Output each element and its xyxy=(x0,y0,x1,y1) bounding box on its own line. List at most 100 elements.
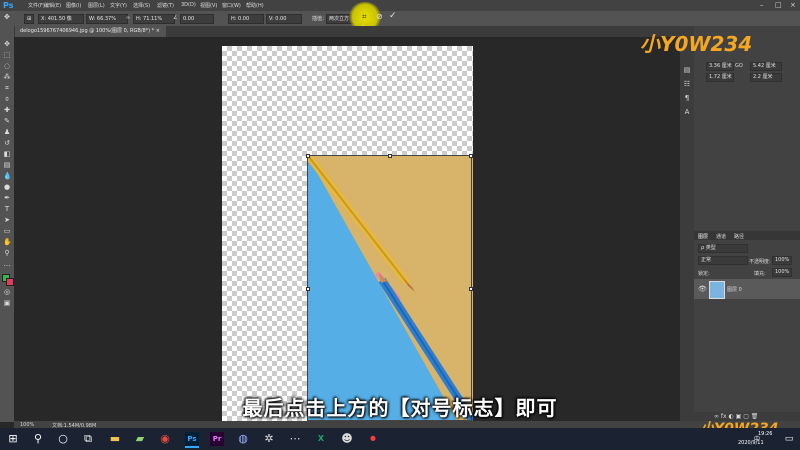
clock-time[interactable]: 19:26 xyxy=(758,431,772,437)
close-icon[interactable]: × xyxy=(790,1,796,9)
transform-handle-right[interactable] xyxy=(469,287,473,291)
dodge-tool-icon[interactable]: ● xyxy=(3,183,11,191)
blur-tool-icon[interactable]: 💧 xyxy=(3,172,12,180)
opacity-field[interactable]: 100% xyxy=(772,256,792,265)
options-bar: ✥ ⊞ X: 401.50 像 W: 66.37% ∞ H: 71.11% ∠ … xyxy=(0,11,800,27)
move-tool-icon[interactable]: ✥ xyxy=(4,13,10,21)
app-icon-dots[interactable]: ⋯ xyxy=(288,432,302,446)
move-tool-icon[interactable]: ✥ xyxy=(3,40,11,48)
type-tool-icon[interactable]: T xyxy=(3,205,11,213)
healing-brush-tool-icon[interactable]: ✚ xyxy=(3,106,11,114)
app-icon-circle[interactable]: ◍ xyxy=(236,432,250,446)
task-view-icon[interactable]: ⧉ xyxy=(81,432,95,446)
history-panel-icon[interactable]: ▤ xyxy=(683,66,691,74)
cortana-icon[interactable]: ○ xyxy=(56,432,70,446)
eraser-tool-icon[interactable]: ◧ xyxy=(3,150,11,158)
link-icon[interactable]: GO xyxy=(735,63,743,69)
premiere-taskbar-icon[interactable]: Pr xyxy=(210,432,224,446)
prop-height-field[interactable]: 5.42 厘米 xyxy=(750,62,782,71)
search-icon[interactable]: ⚲ xyxy=(31,432,45,446)
history-brush-tool-icon[interactable]: ↺ xyxy=(3,139,11,147)
quick-mask-icon[interactable]: ◎ xyxy=(3,288,11,296)
screen-mode-icon[interactable]: ▣ xyxy=(3,299,11,307)
transform-handle-tl[interactable] xyxy=(306,154,310,158)
brush-tool-icon[interactable]: ✎ xyxy=(3,117,11,125)
eyedropper-tool-icon[interactable]: ⌽ xyxy=(3,95,11,103)
photoshop-taskbar-icon[interactable]: Ps xyxy=(185,432,199,448)
app-icon-face[interactable]: ☻ xyxy=(340,432,354,446)
reference-point-icon[interactable]: ⊞ xyxy=(24,14,35,24)
menu-view[interactable]: 视图(V) xyxy=(200,2,217,9)
layer-name[interactable]: 图层 0 xyxy=(727,286,742,293)
excel-taskbar-icon[interactable]: X xyxy=(314,432,328,446)
file-explorer-icon[interactable]: ▬ xyxy=(108,432,122,446)
menu-help[interactable]: 帮助(H) xyxy=(246,2,264,9)
document-tab[interactable]: delogo1596767406946.jpg @ 100%(图层 0, RGB… xyxy=(14,26,166,37)
visibility-eye-icon[interactable]: 👁 xyxy=(698,285,707,293)
tab-layers[interactable]: 图层 xyxy=(698,233,708,240)
windows-start-icon[interactable]: ⊞ xyxy=(6,432,20,446)
hand-tool-icon[interactable]: ✋ xyxy=(3,238,12,246)
app-icon-gear[interactable]: ✲ xyxy=(262,432,276,446)
cancel-transform-icon[interactable]: ⊘ xyxy=(376,12,383,21)
pen-tool-icon[interactable]: ✒ xyxy=(3,194,11,202)
zoom-tool-icon[interactable]: ⚲ xyxy=(3,249,11,257)
prop-y-field[interactable]: 2.2 厘米 xyxy=(750,73,782,82)
layer-kind-filter[interactable]: ρ 类型 xyxy=(698,244,748,253)
x-position-field[interactable]: X: 401.50 像 xyxy=(38,14,84,24)
background-color-swatch[interactable] xyxy=(6,278,14,286)
crop-tool-icon[interactable]: ⌗ xyxy=(3,84,11,92)
link-icon[interactable]: ∞ xyxy=(126,15,130,21)
tab-channels[interactable]: 通道 xyxy=(716,233,726,240)
prop-width-field[interactable]: 3.36 厘米 xyxy=(706,62,734,71)
quick-select-tool-icon[interactable]: ⁂ xyxy=(3,73,11,81)
transform-handle-left[interactable] xyxy=(306,287,310,291)
free-transform-bounds[interactable] xyxy=(306,154,473,421)
notification-icon[interactable]: ▭ xyxy=(782,432,796,446)
blend-mode-select[interactable]: 正常 xyxy=(698,256,748,265)
h-skew-field[interactable]: H: 0.00 xyxy=(228,14,264,24)
clock-date[interactable]: 2020/9/11 xyxy=(738,440,764,446)
v-skew-field[interactable]: V: 0.00 xyxy=(266,14,302,24)
maximize-icon[interactable]: □ xyxy=(775,1,782,9)
angle-field[interactable]: 0.00 xyxy=(180,14,214,24)
layer-row[interactable]: 👁 图层 0 xyxy=(694,279,800,299)
status-bar: 100% 文档:1.54M/0.98M xyxy=(14,421,800,429)
app-icon-green[interactable]: ▰ xyxy=(133,432,147,446)
menu-type[interactable]: 文字(Y) xyxy=(110,2,127,9)
more-tools-icon[interactable]: … xyxy=(3,260,11,268)
lasso-tool-icon[interactable]: ◌ xyxy=(3,62,11,70)
clone-stamp-tool-icon[interactable]: ♟ xyxy=(3,128,11,136)
fill-field[interactable]: 100% xyxy=(772,268,792,277)
prop-x-field[interactable]: 1.72 厘米 xyxy=(706,73,734,82)
paragraph-panel-icon[interactable]: ¶ xyxy=(683,94,691,102)
minimize-icon[interactable]: – xyxy=(760,1,764,9)
menu-file[interactable]: 文件(F) xyxy=(28,2,45,9)
lock-label: 锁定: xyxy=(698,271,710,277)
marquee-tool-icon[interactable]: ⬚ xyxy=(3,51,11,59)
document-tab-bar: delogo1596767406946.jpg @ 100%(图层 0, RGB… xyxy=(14,26,680,37)
commit-transform-checkmark-icon[interactable]: ✓ xyxy=(389,11,397,21)
menu-window[interactable]: 窗口(W) xyxy=(222,2,241,9)
transform-handle-top[interactable] xyxy=(388,154,392,158)
chrome-icon[interactable]: ◉ xyxy=(158,432,172,446)
record-icon[interactable]: ⏺ xyxy=(366,432,380,446)
tab-paths[interactable]: 路径 xyxy=(734,233,744,240)
fill-label: 填充: xyxy=(754,271,766,277)
menu-select[interactable]: 选择(S) xyxy=(133,2,150,9)
rectangle-tool-icon[interactable]: ▭ xyxy=(3,227,11,235)
menu-filter[interactable]: 滤镜(T) xyxy=(157,2,174,9)
adjustments-panel-icon[interactable]: ☷ xyxy=(683,80,691,88)
character-panel-icon[interactable]: A xyxy=(683,108,691,116)
gradient-tool-icon[interactable]: ▤ xyxy=(3,161,11,169)
menu-bar: Ps 文件(F) 编辑(E) 图像(I) 图层(L) 文字(Y) 选择(S) 滤… xyxy=(0,0,800,11)
menu-layer[interactable]: 图层(L) xyxy=(88,2,105,9)
transform-handle-tr[interactable] xyxy=(469,154,473,158)
menu-3d[interactable]: 3D(D) xyxy=(181,2,196,8)
warp-mode-icon[interactable]: ⌗ xyxy=(362,12,367,22)
menu-image[interactable]: 图像(I) xyxy=(66,2,81,9)
height-field[interactable]: H: 71.11% xyxy=(133,14,175,24)
width-field[interactable]: W: 66.37% xyxy=(86,14,128,24)
path-selection-tool-icon[interactable]: ➤ xyxy=(3,216,11,224)
menu-edit[interactable]: 编辑(E) xyxy=(44,2,61,9)
